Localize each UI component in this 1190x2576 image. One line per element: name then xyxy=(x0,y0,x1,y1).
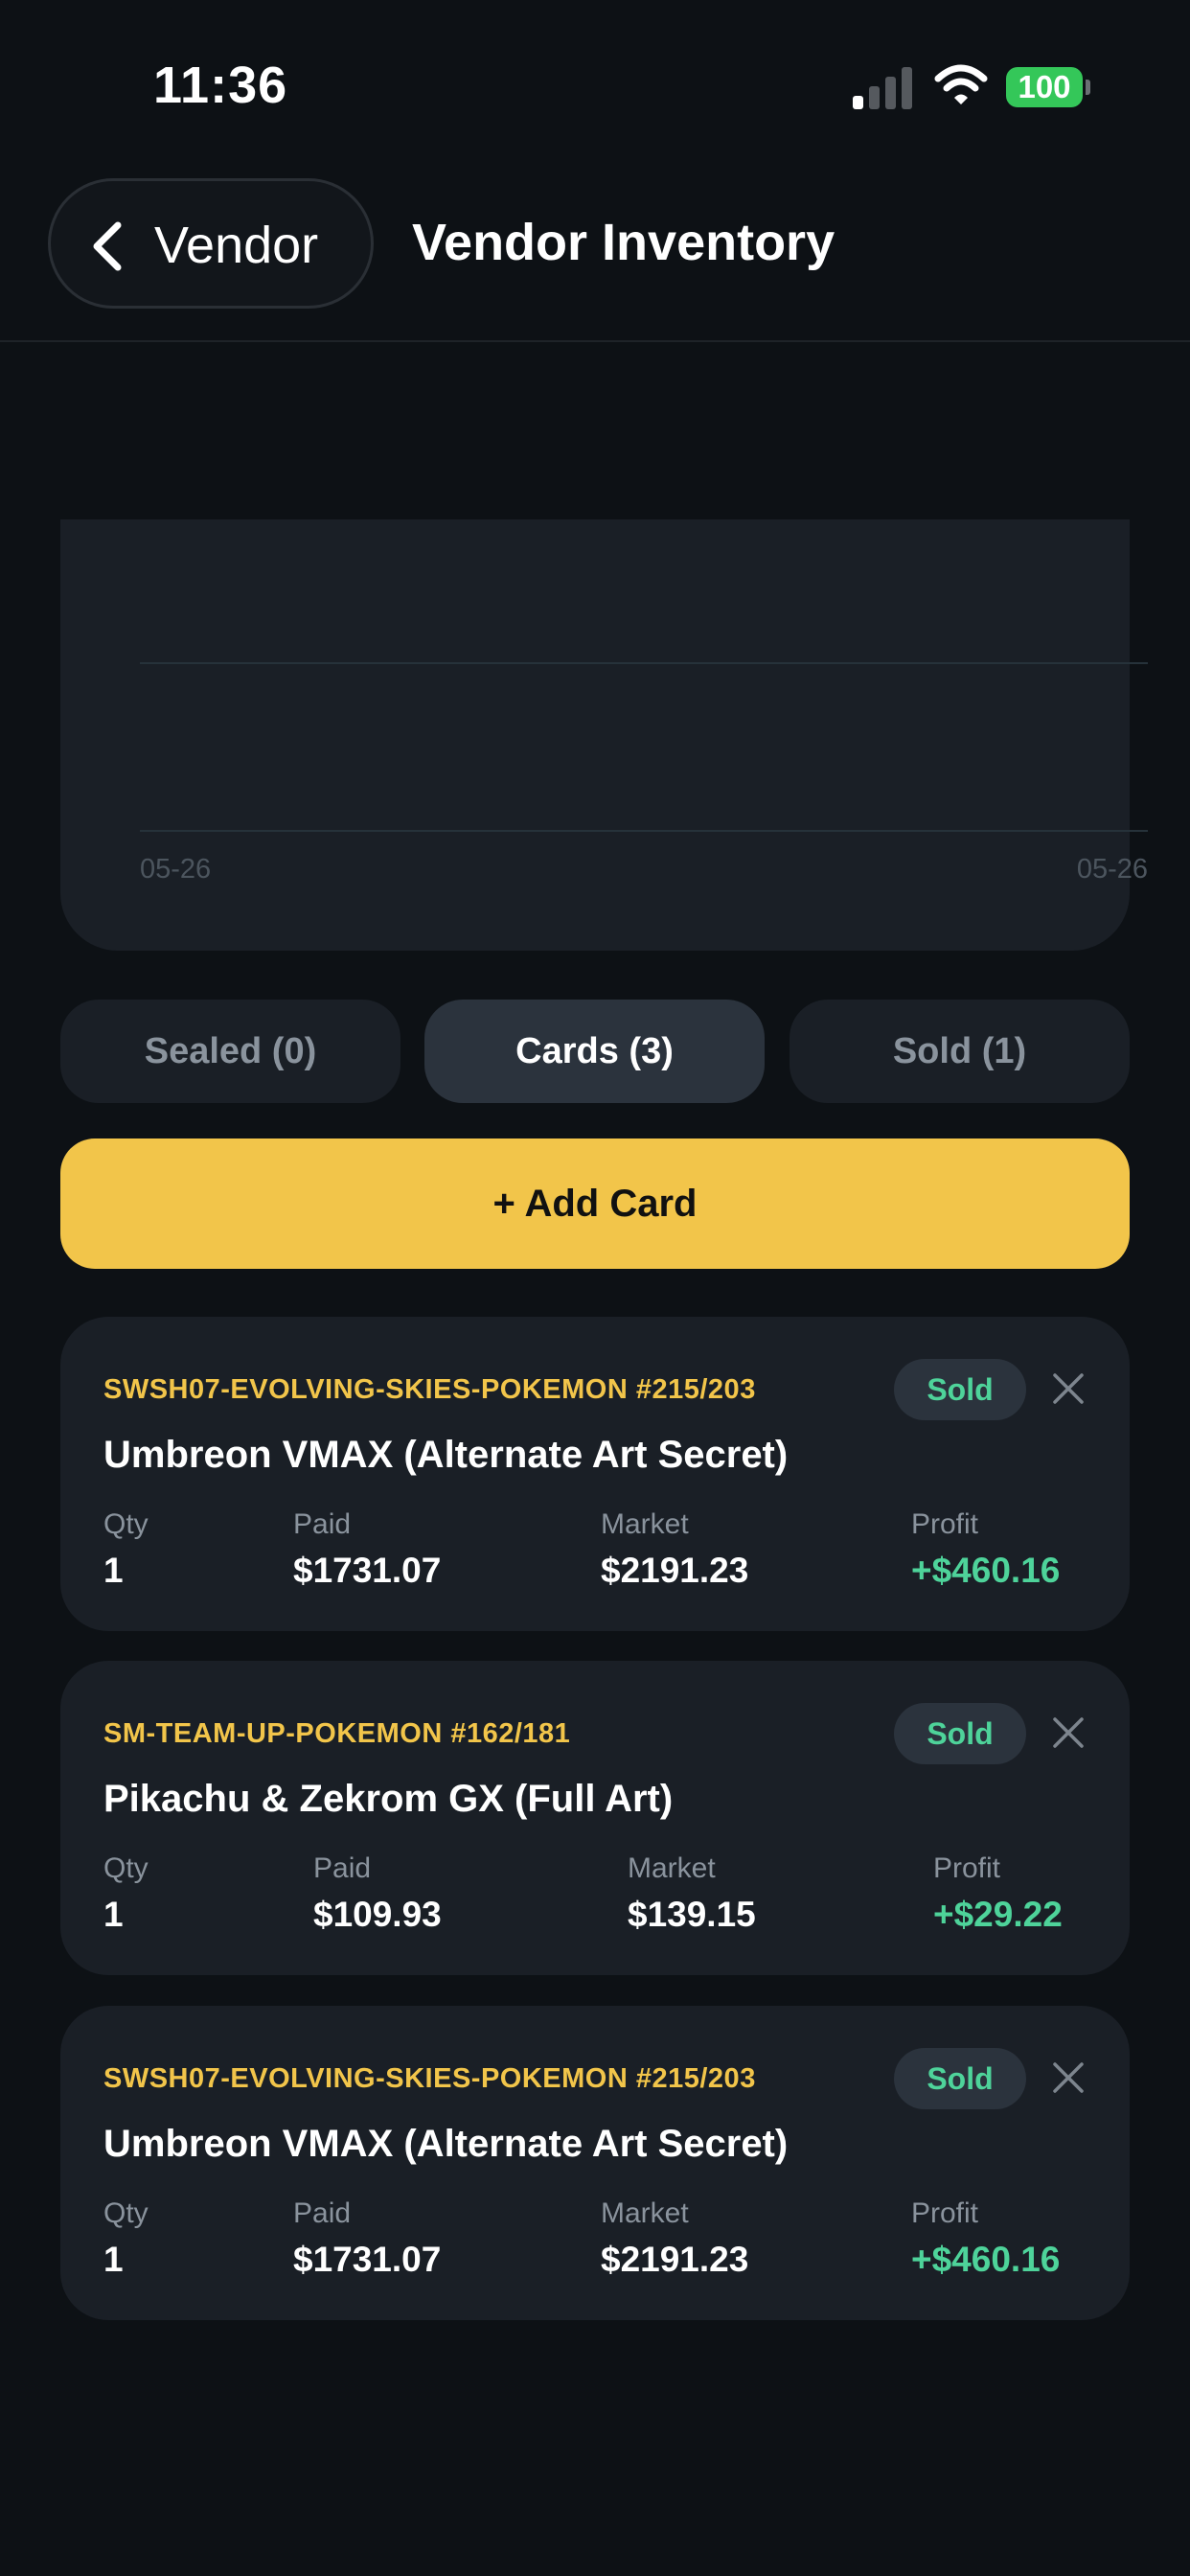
profit-value: +$29.22 xyxy=(933,1895,1063,1934)
market-value: $2191.23 xyxy=(601,2240,749,2279)
battery-level: 100 xyxy=(1018,69,1071,104)
close-icon[interactable] xyxy=(1052,2061,1085,2094)
sold-badge: Sold xyxy=(894,1703,1026,1764)
header-divider xyxy=(0,340,1190,342)
qty-stat: Qty 1 xyxy=(103,2197,149,2280)
x-tick-label: 05-26 xyxy=(140,854,211,885)
tab-cards[interactable]: Cards (3) xyxy=(424,1000,765,1103)
tab-sold[interactable]: Sold (1) xyxy=(790,1000,1130,1103)
card-name: Umbreon VMAX (Alternate Art Secret) xyxy=(103,1434,789,1476)
inventory-card[interactable]: SWSH07-EVOLVING-SKIES-POKEMON #215/203 S… xyxy=(60,2006,1130,2320)
card-set-number: SM-TEAM-UP-POKEMON #162/181 xyxy=(103,1718,571,1749)
paid-stat: Paid $1731.07 xyxy=(293,2197,441,2280)
paid-stat: Paid $1731.07 xyxy=(293,1508,441,1591)
market-label: Market xyxy=(601,2197,689,2229)
market-stat: Market $139.15 xyxy=(628,1852,756,1935)
paid-value: $109.93 xyxy=(313,1895,442,1934)
market-stat: Market $2191.23 xyxy=(601,1508,748,1591)
close-icon[interactable] xyxy=(1052,1372,1085,1405)
x-tick-label: 05-26 xyxy=(1077,854,1148,885)
card-name: Pikachu & Zekrom GX (Full Art) xyxy=(103,1778,674,1820)
card-set-number: SWSH07-EVOLVING-SKIES-POKEMON #215/203 xyxy=(103,1374,756,1405)
market-label: Market xyxy=(601,1508,689,1540)
cellular-signal-icon xyxy=(853,67,912,109)
paid-label: Paid xyxy=(293,1508,352,1540)
profit-value: +$460.16 xyxy=(911,1551,1061,1590)
qty-value: 1 xyxy=(103,1551,124,1590)
price-chart-svg: 05-26 05-26 xyxy=(140,662,1148,885)
market-label: Market xyxy=(628,1852,716,1884)
price-chart: 05-26 05-26 xyxy=(60,519,1148,951)
paid-stat: Paid $109.93 xyxy=(313,1852,442,1935)
profit-stat: Profit +$460.16 xyxy=(911,1508,1060,1591)
profit-label: Profit xyxy=(933,1852,1001,1884)
qty-value: 1 xyxy=(103,1895,124,1934)
profit-stat: Profit +$29.22 xyxy=(933,1852,1063,1935)
qty-stat: Qty 1 xyxy=(103,1852,149,1935)
paid-value: $1731.07 xyxy=(293,1551,442,1590)
status-bar: 11:36 100 xyxy=(0,0,1190,172)
market-value: $139.15 xyxy=(628,1895,756,1934)
back-button[interactable]: Vendor xyxy=(48,178,374,309)
qty-label: Qty xyxy=(103,1852,149,1884)
inventory-card[interactable]: SWSH07-EVOLVING-SKIES-POKEMON #215/203 S… xyxy=(60,1317,1130,1631)
card-set-number: SWSH07-EVOLVING-SKIES-POKEMON #215/203 xyxy=(103,2063,756,2094)
market-stat: Market $2191.23 xyxy=(601,2197,748,2280)
qty-label: Qty xyxy=(103,2197,149,2229)
close-icon[interactable] xyxy=(1052,1716,1085,1749)
qty-label: Qty xyxy=(103,1508,149,1540)
battery-nub xyxy=(1086,80,1090,95)
profit-stat: Profit +$460.16 xyxy=(911,2197,1060,2280)
qty-stat: Qty 1 xyxy=(103,1508,149,1591)
qty-value: 1 xyxy=(103,2240,124,2279)
profit-label: Profit xyxy=(911,1508,979,1540)
page-title: Vendor Inventory xyxy=(412,214,835,271)
wifi-icon xyxy=(934,64,988,104)
sold-badge: Sold xyxy=(894,2048,1026,2109)
profit-label: Profit xyxy=(911,2197,979,2229)
sold-badge: Sold xyxy=(894,1359,1026,1420)
chevron-left-icon xyxy=(93,221,122,271)
paid-value: $1731.07 xyxy=(293,2240,442,2279)
inventory-card[interactable]: SM-TEAM-UP-POKEMON #162/181 Sold Pikachu… xyxy=(60,1661,1130,1975)
add-card-button[interactable]: + Add Card xyxy=(60,1138,1130,1269)
battery-icon: 100 xyxy=(1006,67,1083,107)
back-label: Vendor xyxy=(154,217,319,274)
paid-label: Paid xyxy=(293,2197,352,2229)
status-time: 11:36 xyxy=(153,57,288,114)
profit-value: +$460.16 xyxy=(911,2240,1061,2279)
tab-sealed[interactable]: Sealed (0) xyxy=(60,1000,400,1103)
card-name: Umbreon VMAX (Alternate Art Secret) xyxy=(103,2123,789,2165)
paid-label: Paid xyxy=(313,1852,372,1884)
market-value: $2191.23 xyxy=(601,1551,749,1590)
